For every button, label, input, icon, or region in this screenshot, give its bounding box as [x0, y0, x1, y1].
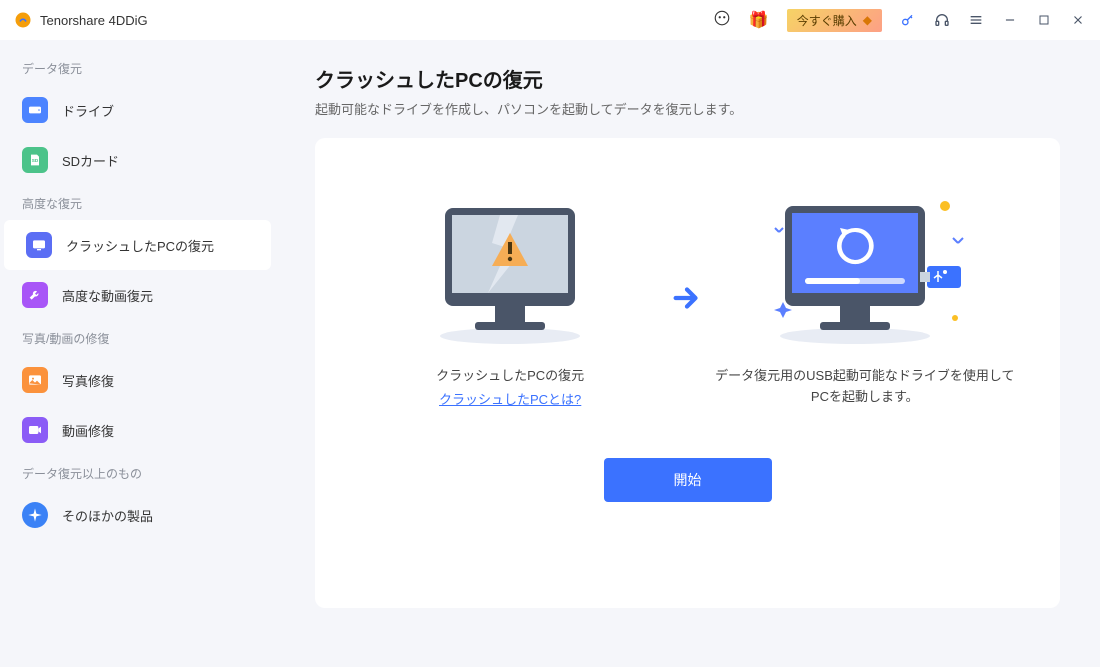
photo-icon	[22, 367, 48, 393]
sidebar-section-more: データ復元以上のもの	[0, 455, 275, 490]
arrow-right-icon	[670, 281, 704, 315]
content-card: クラッシュしたPCの復元 クラッシュしたPCとは?	[315, 138, 1060, 608]
key-icon[interactable]	[900, 12, 916, 28]
page-title: クラッシュしたPCの復元	[315, 64, 1060, 93]
monitor-icon	[26, 232, 52, 258]
what-is-crashed-pc-link[interactable]: クラッシュしたPCとは?	[439, 389, 581, 408]
crashed-monitor-illustration	[410, 188, 610, 348]
drive-icon	[22, 97, 48, 123]
start-button[interactable]: 開始	[604, 458, 772, 502]
minimize-icon[interactable]	[1002, 12, 1018, 28]
close-icon[interactable]	[1070, 12, 1086, 28]
illustration-usb-boot: データ復元用のUSB起動可能なドライブを使用して PCを起動します。	[715, 188, 1015, 408]
menu-icon[interactable]	[968, 12, 984, 28]
sidebar-item-label: クラッシュしたPCの復元	[66, 236, 214, 255]
app-logo-icon	[14, 11, 32, 29]
sidebar-item-sd[interactable]: SD SDカード	[0, 135, 275, 185]
sidebar-item-label: そのほかの製品	[62, 506, 153, 525]
illus-right-text: データ復元用のUSB起動可能なドライブを使用して PCを起動します。	[715, 366, 1015, 408]
sidebar-item-adv-video[interactable]: 高度な動画復元	[0, 270, 275, 320]
headphones-icon[interactable]	[934, 12, 950, 28]
sd-icon: SD	[22, 147, 48, 173]
sidebar-item-photo-repair[interactable]: 写真修復	[0, 355, 275, 405]
gift-icon[interactable]: 🎁	[749, 10, 769, 30]
svg-text:SD: SD	[32, 158, 39, 163]
sidebar-item-label: 写真修復	[62, 371, 114, 390]
titlebar: Tenorshare 4DDiG 🎁 今すぐ購入 ◆	[0, 0, 1100, 40]
diamond-icon: ◆	[863, 13, 872, 27]
sidebar-item-crashed-pc[interactable]: クラッシュしたPCの復元	[4, 220, 271, 270]
sidebar-section-advanced: 高度な復元	[0, 185, 275, 220]
main-content: クラッシュしたPCの復元 起動可能なドライブを作成し、パソコンを起動してデータを…	[275, 40, 1100, 667]
sidebar-section-repair: 写真/動画の修復	[0, 320, 275, 355]
sidebar-item-drive[interactable]: ドライブ	[0, 85, 275, 135]
sidebar-item-label: SDカード	[62, 151, 119, 170]
video-icon	[22, 417, 48, 443]
bot-icon[interactable]	[713, 9, 731, 32]
sidebar-item-label: ドライブ	[62, 101, 114, 120]
illustration-crashed-pc: クラッシュしたPCの復元 クラッシュしたPCとは?	[360, 188, 660, 408]
sidebar: データ復元 ドライブ SD SDカード 高度な復元 クラッシュしたPCの復元 高…	[0, 40, 275, 667]
illus-left-text: クラッシュしたPCの復元	[436, 366, 584, 387]
sidebar-item-other-products[interactable]: そのほかの製品	[0, 490, 275, 540]
compass-icon	[22, 502, 48, 528]
maximize-icon[interactable]	[1036, 12, 1052, 28]
sidebar-section-recovery: データ復元	[0, 50, 275, 85]
sidebar-item-label: 動画修復	[62, 421, 114, 440]
app-title: Tenorshare 4DDiG	[40, 13, 148, 28]
page-subtitle: 起動可能なドライブを作成し、パソコンを起動してデータを復元します。	[315, 99, 1060, 118]
sidebar-item-label: 高度な動画復元	[62, 286, 153, 305]
sidebar-item-video-repair[interactable]: 動画修復	[0, 405, 275, 455]
buy-now-button[interactable]: 今すぐ購入 ◆	[787, 9, 882, 32]
usb-boot-illustration	[755, 188, 975, 348]
buy-label: 今すぐ購入	[797, 12, 857, 29]
wrench-icon	[22, 282, 48, 308]
